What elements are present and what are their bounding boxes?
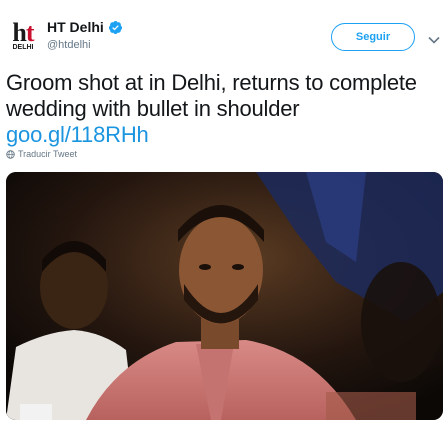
verified-badge-icon [108,20,123,35]
tweet-media-photo[interactable] [6,172,443,420]
author-name-row: HT Delhi [47,19,123,35]
tweet-body: Groom shot at in Delhi, returns to compl… [6,70,417,121]
tweet-text: Groom shot at in Delhi, returns to compl… [6,70,442,148]
translate-tweet-button[interactable]: Traducir Tweet [6,149,77,159]
chevron-down-icon[interactable] [428,31,440,44]
globe-icon [6,149,15,159]
tweet-card: ht DELHI HT Delhi @htdelhi Seguir Groom … [0,0,447,422]
avatar-logo: ht [12,18,34,47]
author-handle[interactable]: @htdelhi [47,39,91,51]
display-name[interactable]: HT Delhi [47,19,104,35]
avatar-logo-sub: DELHI [12,44,34,51]
follow-button[interactable]: Seguir [331,23,415,51]
tweet-link[interactable]: goo.gl/118RHh [6,122,442,148]
avatar[interactable]: ht DELHI [6,20,40,54]
translate-label: Traducir Tweet [18,149,78,159]
